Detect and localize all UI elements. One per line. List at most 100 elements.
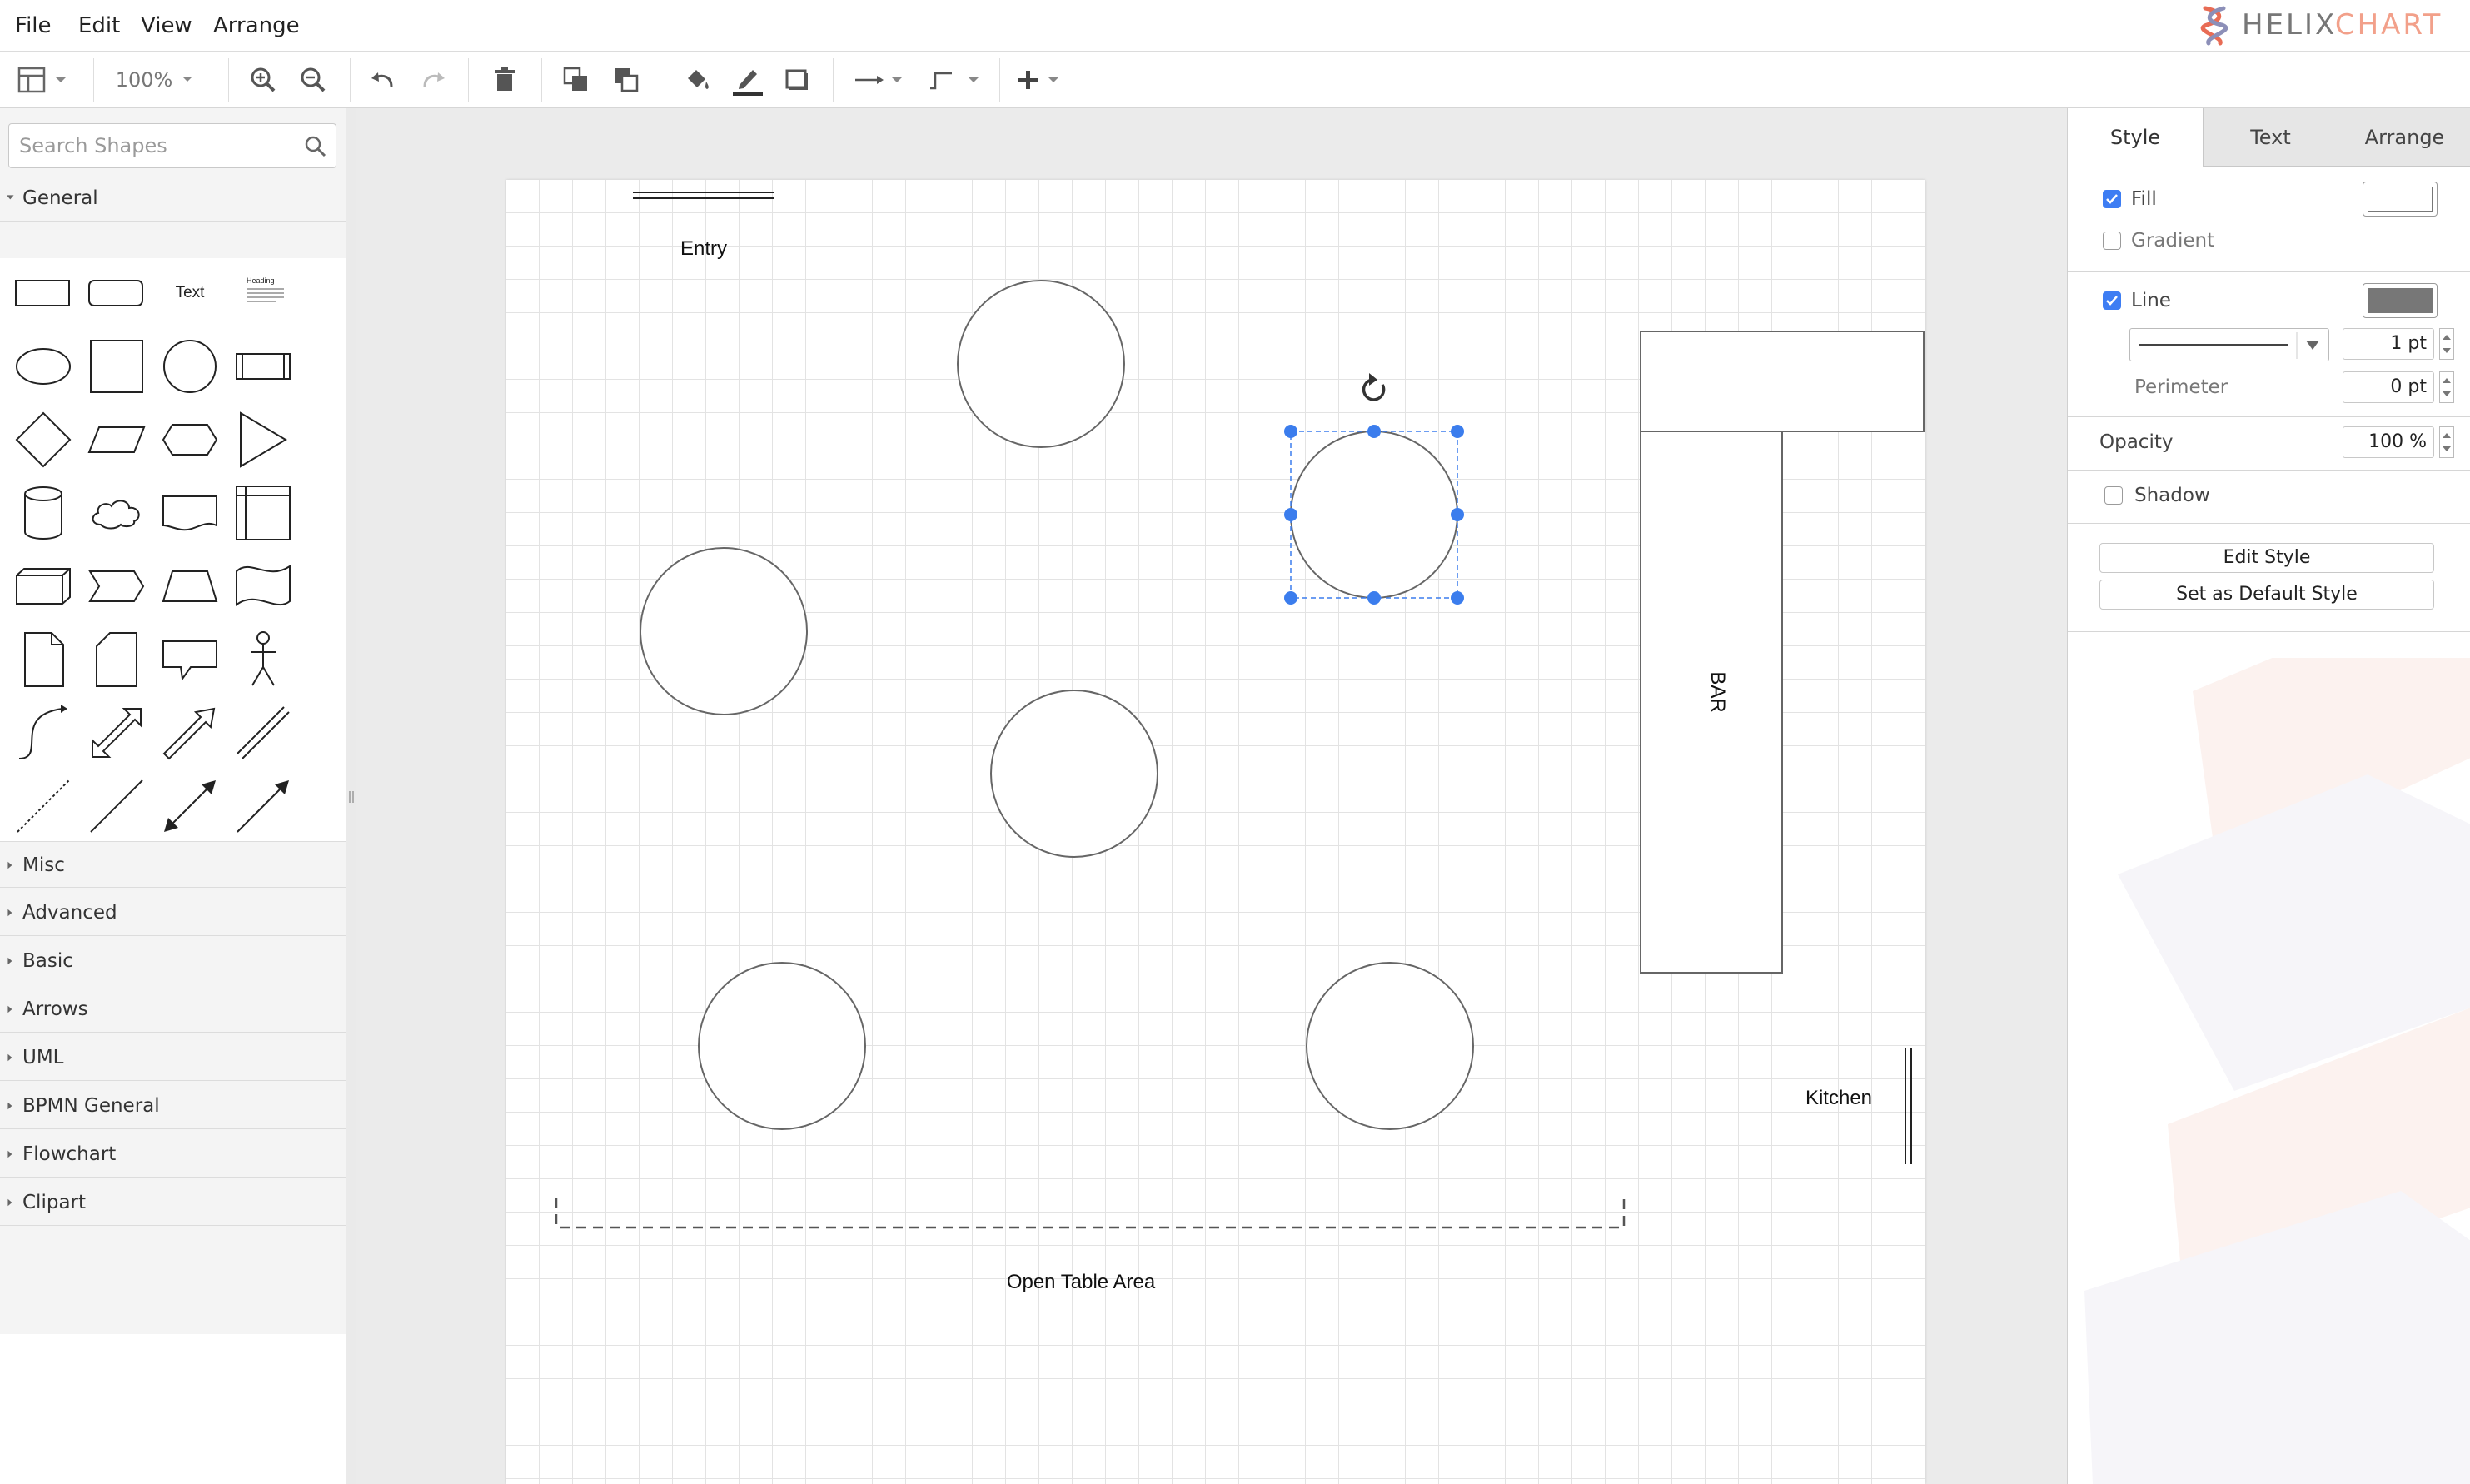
palette-callout[interactable] bbox=[155, 625, 225, 695]
section-basic[interactable]: Basic bbox=[0, 938, 346, 984]
line-pattern-select[interactable] bbox=[2129, 328, 2329, 361]
palette-rounded-rectangle[interactable] bbox=[82, 258, 152, 328]
palette-heading[interactable]: Heading bbox=[228, 258, 298, 328]
diagram-page[interactable]: Entry BAR Kitchen Open Table Area bbox=[506, 180, 1925, 1484]
line-color-button[interactable] bbox=[728, 60, 768, 100]
resize-handle[interactable] bbox=[1284, 508, 1297, 521]
rotate-handle-icon[interactable] bbox=[1362, 373, 1386, 401]
to-front-button[interactable] bbox=[556, 60, 596, 100]
palette-double-arrow-line[interactable] bbox=[155, 771, 225, 841]
open-area-boundary[interactable] bbox=[555, 1198, 1626, 1229]
palette-cube[interactable] bbox=[8, 551, 78, 621]
fill-color-button[interactable] bbox=[678, 60, 718, 100]
menu-arrange[interactable]: Arrange bbox=[213, 12, 300, 40]
palette-trapezoid[interactable] bbox=[155, 551, 225, 621]
opacity-field[interactable]: 100 % bbox=[2343, 426, 2434, 458]
tab-style[interactable]: Style bbox=[2068, 108, 2203, 167]
palette-triangle[interactable] bbox=[228, 405, 298, 475]
entry-label[interactable]: Entry bbox=[680, 237, 727, 260]
palette-tape[interactable] bbox=[228, 551, 298, 621]
menu-edit[interactable]: Edit bbox=[78, 12, 120, 40]
insert-dropdown[interactable] bbox=[1014, 60, 1074, 100]
palette-parallelogram[interactable] bbox=[82, 405, 152, 475]
bar-counter-top[interactable] bbox=[1640, 331, 1925, 432]
to-back-button[interactable] bbox=[606, 60, 646, 100]
tab-text[interactable]: Text bbox=[2203, 108, 2338, 167]
section-uml[interactable]: UML bbox=[0, 1034, 346, 1081]
tab-arrange[interactable]: Arrange bbox=[2338, 108, 2470, 167]
table-circle[interactable] bbox=[640, 547, 808, 715]
palette-internal-storage[interactable] bbox=[228, 478, 298, 548]
open-area-label[interactable]: Open Table Area bbox=[1007, 1271, 1156, 1293]
undo-button[interactable] bbox=[363, 60, 403, 100]
connection-style-dropdown[interactable] bbox=[848, 60, 908, 100]
search-input[interactable] bbox=[19, 132, 294, 159]
palette-step[interactable] bbox=[82, 551, 152, 621]
table-circle[interactable] bbox=[990, 690, 1158, 858]
redo-button[interactable] bbox=[413, 60, 453, 100]
section-misc[interactable]: Misc bbox=[0, 841, 346, 888]
resize-handle[interactable] bbox=[1284, 425, 1297, 438]
palette-actor[interactable] bbox=[228, 625, 298, 695]
palette-line[interactable] bbox=[82, 771, 152, 841]
shadow-button[interactable] bbox=[778, 60, 818, 100]
delete-button[interactable] bbox=[485, 60, 525, 100]
zoom-out-button[interactable] bbox=[293, 60, 333, 100]
palette-card[interactable] bbox=[82, 625, 152, 695]
kitchen-door-lines[interactable] bbox=[1905, 1048, 1912, 1164]
palette-cylinder[interactable] bbox=[8, 478, 78, 548]
palette-ellipse[interactable] bbox=[8, 331, 78, 401]
table-circle[interactable] bbox=[1306, 962, 1474, 1130]
palette-rectangle[interactable] bbox=[8, 258, 78, 328]
fill-color-swatch[interactable] bbox=[2363, 182, 2438, 217]
panel-toggle-button[interactable] bbox=[13, 60, 73, 100]
line-width-field[interactable]: 1 pt bbox=[2343, 328, 2434, 360]
kitchen-label[interactable]: Kitchen bbox=[1805, 1087, 1872, 1109]
section-arrows[interactable]: Arrows bbox=[0, 986, 346, 1033]
waypoint-style-dropdown[interactable] bbox=[924, 60, 984, 100]
palette-circle[interactable] bbox=[155, 331, 225, 401]
palette-square[interactable] bbox=[82, 331, 152, 401]
perimeter-spinner-icon[interactable] bbox=[2439, 371, 2454, 403]
zoom-dropdown[interactable]: 100% bbox=[108, 60, 205, 100]
resize-handle[interactable] bbox=[1367, 425, 1381, 438]
zoom-in-button[interactable] bbox=[243, 60, 283, 100]
palette-process[interactable] bbox=[228, 331, 298, 401]
section-bpmn-general[interactable]: BPMN General bbox=[0, 1083, 346, 1129]
menu-view[interactable]: View bbox=[141, 12, 192, 40]
opacity-spinner-icon[interactable] bbox=[2439, 426, 2454, 458]
line-width-spinner-icon[interactable] bbox=[2439, 328, 2454, 360]
palette-cloud[interactable] bbox=[82, 478, 152, 548]
set-default-style-button[interactable]: Set as Default Style bbox=[2099, 580, 2434, 610]
palette-diamond[interactable] bbox=[8, 405, 78, 475]
palette-document[interactable] bbox=[155, 478, 225, 548]
shadow-checkbox[interactable] bbox=[2104, 486, 2123, 505]
entry-door-lines[interactable] bbox=[633, 192, 774, 199]
table-circle[interactable] bbox=[957, 280, 1125, 448]
selected-table-circle[interactable] bbox=[1290, 431, 1458, 599]
resize-handle[interactable] bbox=[1367, 591, 1381, 605]
fill-checkbox[interactable] bbox=[2103, 190, 2121, 208]
palette-arrow[interactable] bbox=[155, 698, 225, 768]
sidebar-splitter[interactable] bbox=[346, 108, 356, 1484]
resize-handle[interactable] bbox=[1284, 591, 1297, 605]
section-flowchart[interactable]: Flowchart bbox=[0, 1131, 346, 1178]
section-advanced[interactable]: Advanced bbox=[0, 889, 346, 936]
line-color-swatch[interactable] bbox=[2363, 283, 2438, 318]
palette-curve[interactable] bbox=[8, 698, 78, 768]
menu-file[interactable]: File bbox=[15, 12, 52, 40]
palette-note[interactable] bbox=[8, 625, 78, 695]
palette-hexagon[interactable] bbox=[155, 405, 225, 475]
perimeter-field[interactable]: 0 pt bbox=[2343, 371, 2434, 403]
bar-label[interactable]: BAR bbox=[1706, 671, 1729, 712]
gradient-checkbox[interactable] bbox=[2103, 232, 2121, 250]
palette-link[interactable] bbox=[228, 698, 298, 768]
palette-arrow-line[interactable] bbox=[228, 771, 298, 841]
resize-handle[interactable] bbox=[1451, 591, 1464, 605]
section-general[interactable]: General bbox=[0, 175, 346, 222]
palette-dashed-line[interactable] bbox=[8, 771, 78, 841]
table-circle[interactable] bbox=[698, 962, 866, 1130]
resize-handle[interactable] bbox=[1451, 508, 1464, 521]
edit-style-button[interactable]: Edit Style bbox=[2099, 543, 2434, 573]
search-icon[interactable] bbox=[304, 135, 327, 158]
